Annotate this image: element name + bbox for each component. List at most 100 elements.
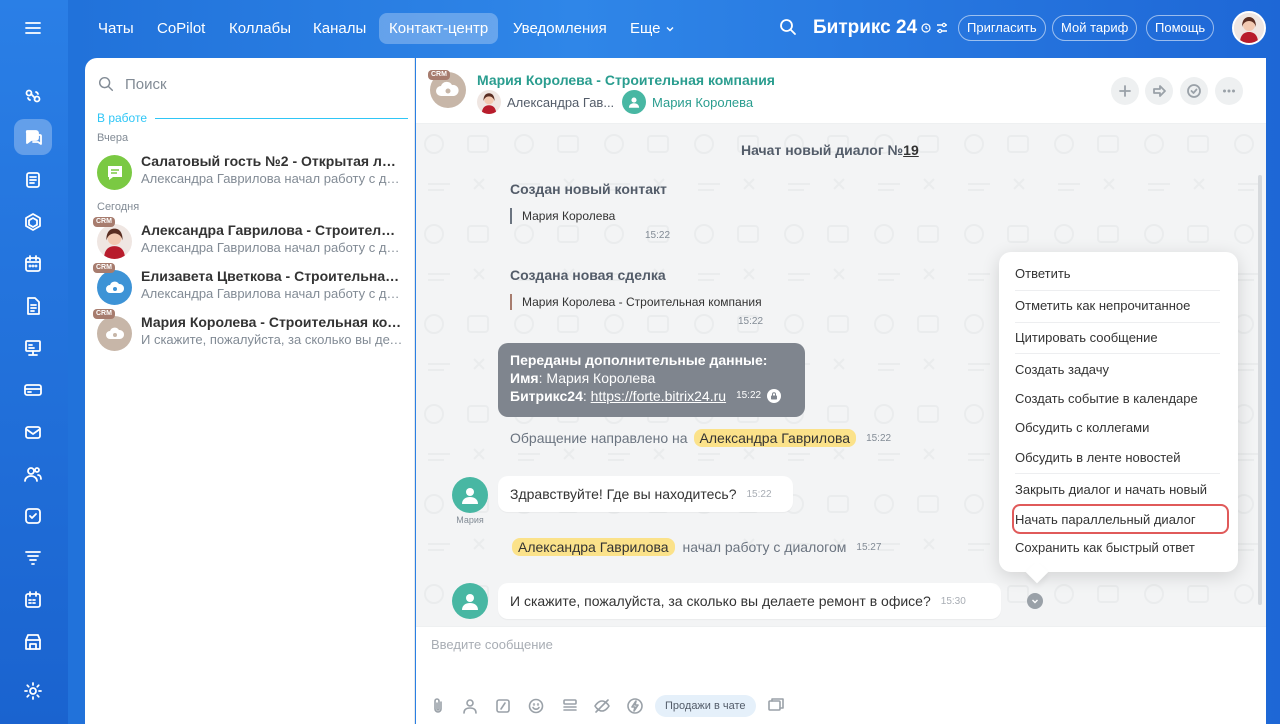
feed-icon[interactable] <box>14 162 52 198</box>
menu-item-discuss-colleagues[interactable]: Обсудить с коллегами <box>1015 416 1220 440</box>
client-name: Мария <box>456 515 484 525</box>
menu-item-quote[interactable]: Цитировать сообщение <box>1015 326 1220 350</box>
contacts-icon[interactable] <box>14 456 52 492</box>
user-tag[interactable]: Александра Гаврилова <box>693 429 857 447</box>
chat-item-3[interactable]: CRM Мария Королева - Строительная компан… <box>93 309 407 355</box>
member-client[interactable]: Мария Королева <box>622 90 753 114</box>
nav-more[interactable]: Еще <box>620 13 685 44</box>
dialog-start-text: Начат новый диалог № <box>741 142 904 158</box>
message-time: 15:22 <box>746 488 772 500</box>
quick-answers-icon[interactable] <box>561 697 579 715</box>
smile-icon[interactable] <box>527 697 545 715</box>
presentation-icon[interactable] <box>14 330 52 366</box>
plus-icon <box>1119 85 1131 97</box>
filter-icon[interactable] <box>14 540 52 576</box>
search-icon[interactable] <box>778 17 800 39</box>
system-contact-time: 15:22 <box>645 230 671 241</box>
group-yesterday: Вчера <box>97 132 129 144</box>
openline-avatar <box>97 155 132 190</box>
check-circle-icon <box>1187 84 1201 98</box>
lock-icon <box>767 389 782 403</box>
nav-channels[interactable]: Каналы <box>303 13 376 44</box>
arrow-right-icon <box>1153 85 1166 97</box>
member-operator[interactable]: Александра Гав... <box>477 90 614 114</box>
more-button[interactable] <box>1215 77 1243 105</box>
menu-icon[interactable] <box>14 10 52 46</box>
group-today: Сегодня <box>97 201 140 213</box>
client-avatar[interactable] <box>452 583 488 619</box>
tasks-icon[interactable] <box>14 204 52 240</box>
data-name-value: : Мария Королева <box>538 370 656 386</box>
add-button[interactable] <box>1111 77 1139 105</box>
gallery-icon[interactable] <box>767 697 785 715</box>
calendar-icon[interactable] <box>14 246 52 282</box>
section-in-work-label: В работе <box>97 111 148 125</box>
schedule-icon[interactable] <box>14 582 52 618</box>
user-tag[interactable]: Александра Гаврилова <box>512 538 675 556</box>
menu-item-save-quick-answer[interactable]: Сохранить как быстрый ответ <box>1015 536 1220 560</box>
mail-icon[interactable] <box>14 414 52 450</box>
client-message-selected[interactable]: И скажите, пожалуйста, за сколько вы дел… <box>498 583 1001 619</box>
menu-item-reply[interactable]: Ответить <box>1015 262 1220 286</box>
system-deal-title: Создана новая сделка <box>510 267 666 283</box>
section-divider <box>155 117 408 119</box>
crm-icon[interactable] <box>14 372 52 408</box>
menu-separator <box>1015 353 1220 354</box>
menu-item-create-task[interactable]: Создать задачу <box>1015 358 1220 382</box>
documents-icon[interactable] <box>14 288 52 324</box>
sliders-icon[interactable] <box>935 21 949 35</box>
user-avatar[interactable] <box>1232 11 1266 45</box>
help-button[interactable]: Помощь <box>1146 15 1215 41</box>
chat-search[interactable]: Поиск <box>97 72 397 96</box>
settings-icon[interactable] <box>14 673 52 709</box>
menu-item-mark-unread[interactable]: Отметить как непрочитанное <box>1015 294 1220 318</box>
data-time: 15:22 <box>736 390 762 401</box>
nav-chats[interactable]: Чаты <box>88 13 144 44</box>
chat-title[interactable]: Мария Королева - Строительная компания <box>477 72 775 88</box>
attach-icon[interactable] <box>429 697 447 715</box>
chat-item-0[interactable]: Салатовый гость №2 - Открытая линия Алек… <box>95 150 407 194</box>
chat-preview: Александра Гаврилова начал работу с диал… <box>141 240 403 255</box>
forward-button[interactable] <box>1145 77 1173 105</box>
nav-contact-center[interactable]: Контакт-центр <box>379 13 499 44</box>
chat-item-1[interactable]: CRM Александра Гаврилова - Строительная … <box>93 217 407 263</box>
message-context-menu: Ответить Отметить как непрочитанное Цити… <box>999 252 1238 572</box>
tariff-button[interactable]: Мой тариф <box>1052 15 1138 41</box>
chats-icon[interactable] <box>14 119 52 155</box>
chat-item-2[interactable]: CRM Елизавета Цветкова - Строительная ко… <box>93 263 407 309</box>
hide-icon[interactable] <box>593 697 611 715</box>
nav-notifications[interactable]: Уведомления <box>503 13 617 44</box>
avatar <box>97 316 132 351</box>
dialog-number-link[interactable]: 19 <box>903 142 919 158</box>
connector-icon[interactable] <box>14 78 52 114</box>
menu-item-create-event[interactable]: Создать событие в календаре <box>1015 387 1220 411</box>
brand-name: Битрикс 24 <box>813 17 918 38</box>
scrollbar[interactable] <box>1258 175 1262 605</box>
chat-header: CRM Мария Королева - Строительная компан… <box>416 58 1266 124</box>
message-input[interactable]: Введите сообщение <box>431 637 553 652</box>
message-menu-button[interactable] <box>1027 593 1043 609</box>
system-contact-quote: Мария Королева <box>510 208 615 224</box>
chevron-down-icon <box>666 26 674 31</box>
menu-item-discuss-feed[interactable]: Обсудить в ленте новостей <box>1015 446 1220 470</box>
brand-logo[interactable]: Битрикс 24 <box>813 15 949 41</box>
client-avatar[interactable] <box>452 477 488 513</box>
data-title: Переданы дополнительные данные: <box>510 352 768 368</box>
user-icon[interactable] <box>461 697 479 715</box>
finish-button[interactable] <box>1180 77 1208 105</box>
sales-in-chat-button[interactable]: Продажи в чате <box>655 695 756 717</box>
store-icon[interactable] <box>14 624 52 660</box>
nav-collabs[interactable]: Коллабы <box>219 13 301 44</box>
invite-button[interactable]: Пригласить <box>958 15 1046 41</box>
checkbox-icon[interactable] <box>14 498 52 534</box>
chat-preview: Александра Гаврилова начал работу с диал… <box>141 171 403 186</box>
client-message[interactable]: Здравствуйте! Где вы находитесь? 15:22 <box>498 476 793 512</box>
crm-badge: CRM <box>93 217 115 227</box>
lightning-icon[interactable] <box>626 697 644 715</box>
portal-link[interactable]: https://forte.bitrix24.ru <box>591 387 726 405</box>
menu-item-close-and-new[interactable]: Закрыть диалог и начать новый <box>1015 478 1220 502</box>
nav-copilot[interactable]: CoPilot <box>147 13 215 44</box>
menu-separator <box>1015 290 1220 291</box>
member-name: Александра Гав... <box>507 94 615 110</box>
form-icon[interactable] <box>494 697 512 715</box>
